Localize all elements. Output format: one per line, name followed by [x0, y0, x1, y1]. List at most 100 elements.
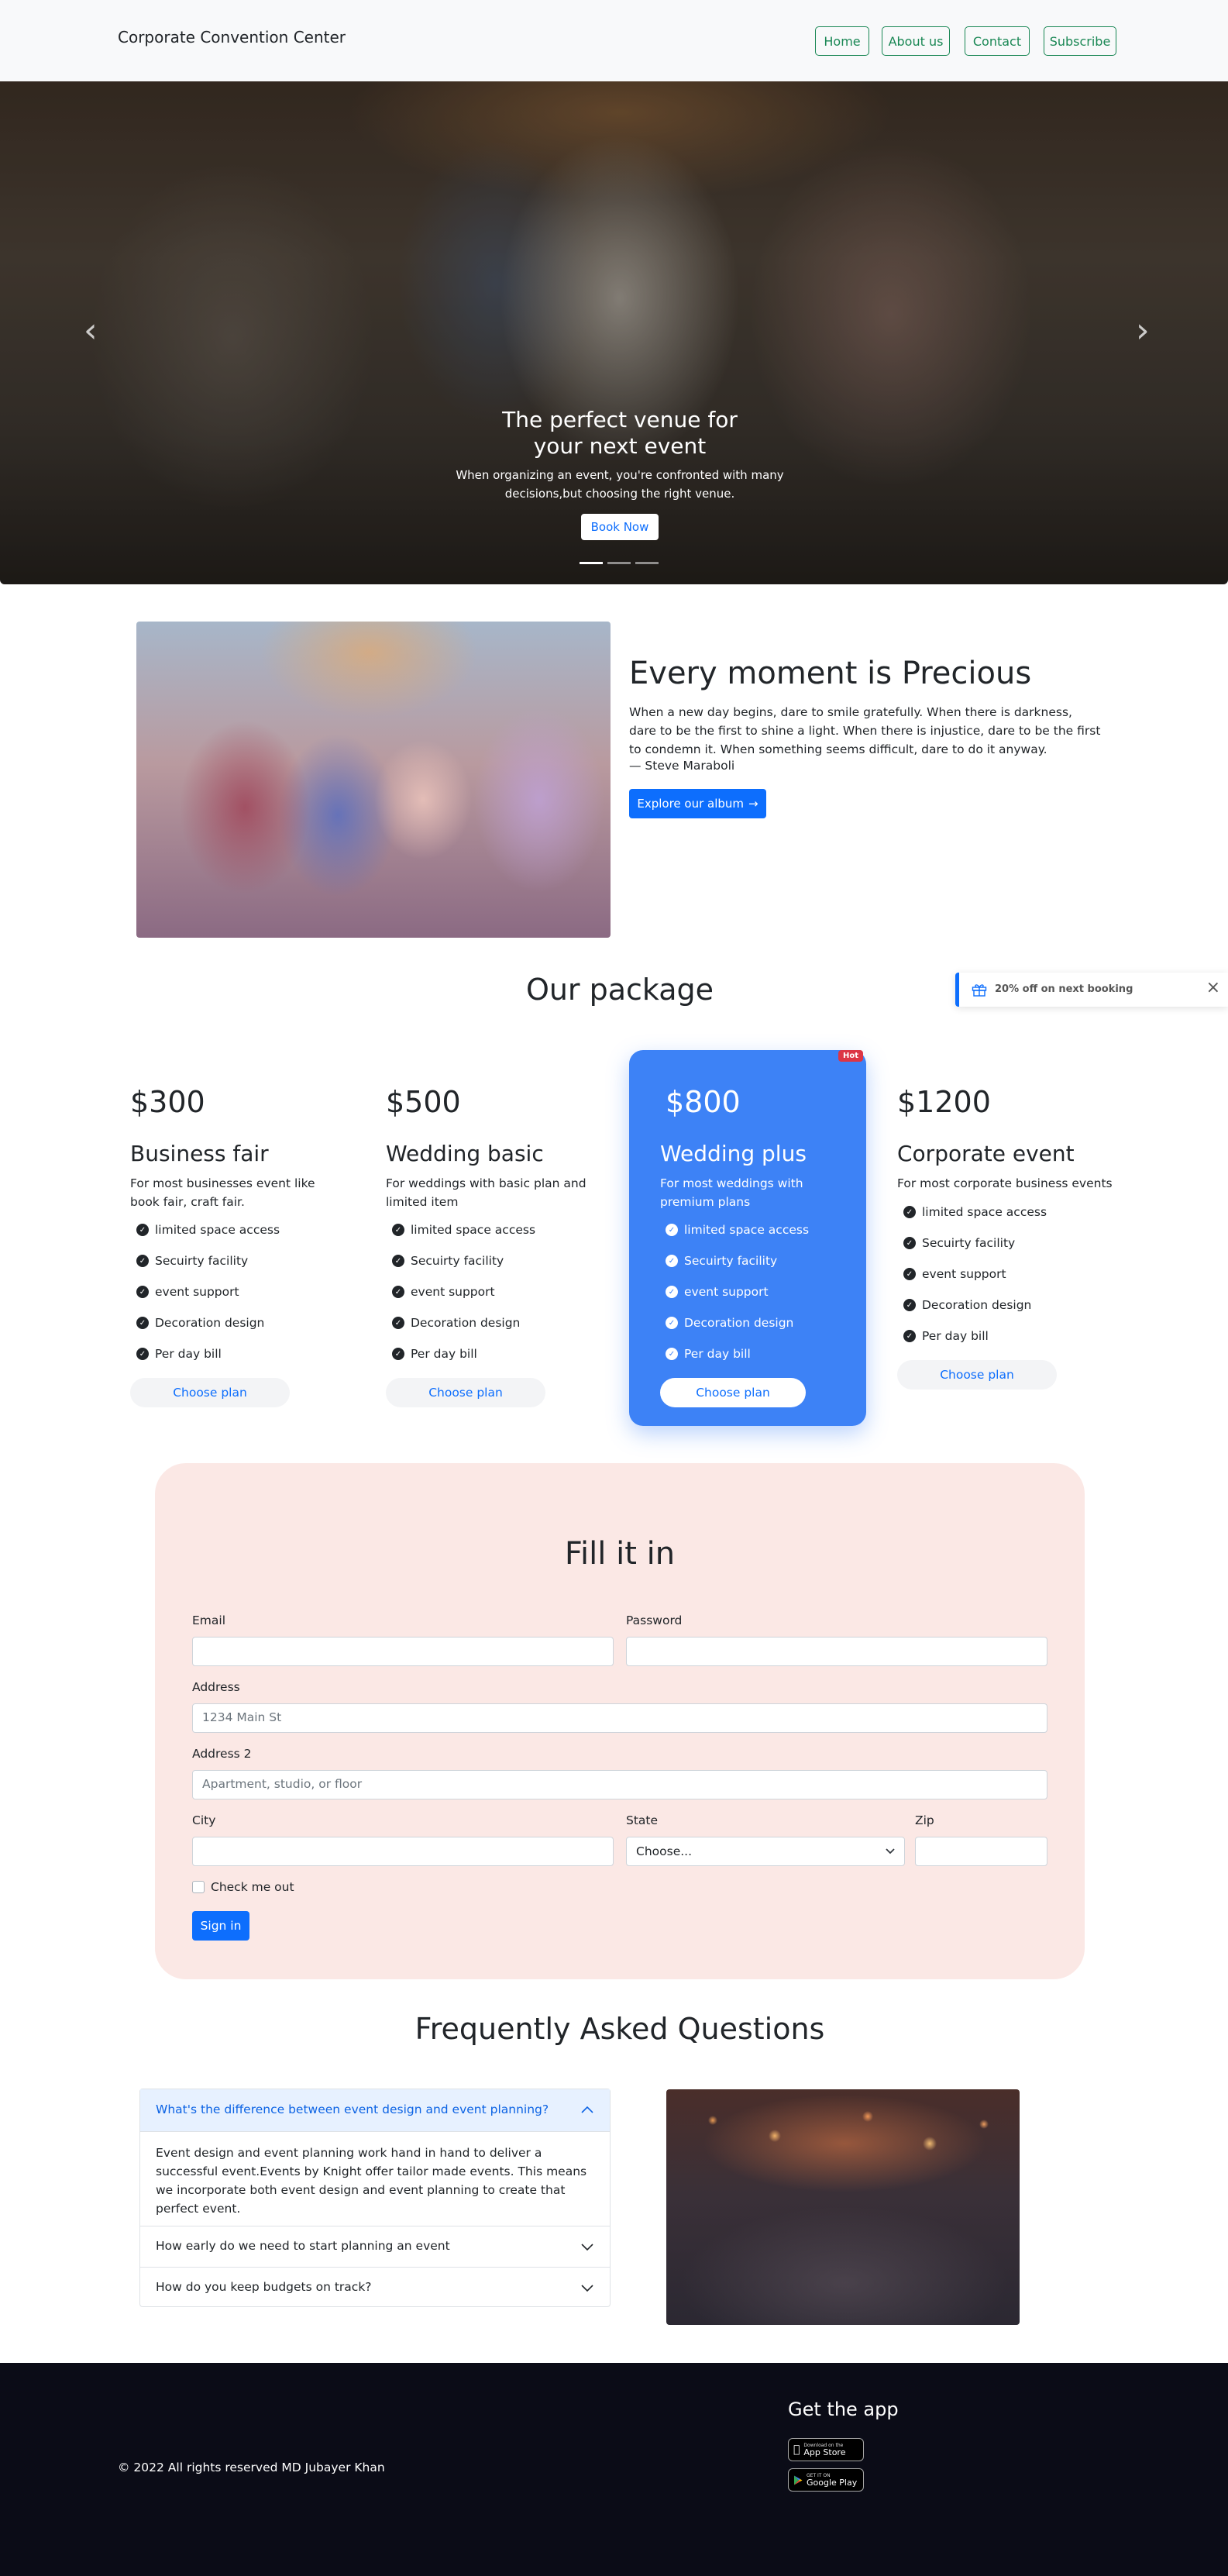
plan-name: Wedding plus [660, 1141, 807, 1166]
plan-card-wedding-basic: $500 Wedding basic For weddings with bas… [386, 1050, 611, 1422]
book-now-button[interactable]: Book Now [580, 514, 659, 540]
chevron-down-icon [581, 2285, 593, 2292]
faq-question-3[interactable]: How do you keep budgets on track? [140, 2267, 610, 2308]
check-circle-icon: ✓ [392, 1286, 404, 1298]
password-field[interactable] [626, 1637, 1047, 1666]
carousel-indicator[interactable] [580, 562, 603, 564]
check-circle-icon: ✓ [666, 1224, 678, 1236]
plan-price: $300 [130, 1085, 205, 1119]
faq-question-text: What's the difference between event desi… [156, 2102, 549, 2116]
footer: © 2022 All rights reserved MD Jubayer Kh… [0, 2363, 1228, 2576]
app-store-label: App Store [797, 2447, 845, 2457]
plan-price: $800 [666, 1085, 741, 1119]
nav-about-button[interactable]: About us [882, 26, 950, 56]
form-title: Fill it in [564, 1536, 676, 1572]
choose-plan-button[interactable]: Choose plan [386, 1378, 545, 1407]
toast-text: 20% off on next booking [995, 983, 1133, 995]
nav-home-button[interactable]: Home [815, 26, 869, 56]
plan-feature: ✓ Decoration design [666, 1316, 793, 1330]
chevron-right-icon[interactable]: › [1136, 314, 1150, 348]
faq-accordion: What's the difference between event desi… [139, 2089, 611, 2307]
plan-name: Corporate event [897, 1141, 1075, 1166]
check-circle-icon: ✓ [903, 1330, 916, 1342]
app-store-badge[interactable]:  Download on the App Store [788, 2438, 864, 2461]
plan-card-business: $300 Business fair For most businesses e… [130, 1050, 355, 1422]
faq-question-1[interactable]: What's the difference between event desi… [140, 2089, 610, 2132]
sign-in-button[interactable]: Sign in [192, 1911, 249, 1941]
zip-field[interactable] [915, 1837, 1047, 1866]
close-icon[interactable]: × [1206, 980, 1220, 997]
hero-title: The perfect venue for your next event [502, 407, 738, 459]
chevron-down-icon [886, 1848, 895, 1855]
plan-feature: ✓ Per day bill [666, 1347, 751, 1361]
hero-carousel: ‹ › The perfect venue for your next even… [0, 81, 1228, 584]
apple-icon:  [793, 2443, 800, 2456]
carousel-indicator[interactable] [607, 562, 631, 564]
check-circle-icon: ✓ [666, 1317, 678, 1329]
choose-plan-button[interactable]: Choose plan [130, 1378, 290, 1407]
chevron-left-icon[interactable]: ‹ [84, 314, 98, 348]
plan-description: For most corporate business events [897, 1176, 1113, 1190]
about-quote: When a new day begins, dare to smile gra… [629, 705, 1101, 756]
nav-subscribe-button[interactable]: Subscribe [1044, 26, 1116, 56]
address-field[interactable]: 1234 Main St [192, 1703, 1047, 1733]
plan-feature: ✓ Secuirty facility [666, 1254, 777, 1268]
faq-question-text: How do you keep budgets on track? [156, 2280, 372, 2294]
faq-answer: Event design and event planning work han… [156, 2146, 587, 2216]
plan-feature: ✓ Secuirty facility [136, 1254, 248, 1268]
plan-feature: ✓ event support [903, 1267, 1006, 1281]
check-circle-icon: ✓ [136, 1348, 149, 1360]
google-play-badge[interactable]: GET IT ON Google Play [788, 2468, 864, 2492]
hot-badge: Hot [838, 1050, 863, 1062]
faq-question-2[interactable]: How early do we need to start planning a… [140, 2226, 610, 2267]
explore-album-button[interactable]: Explore our album → [629, 789, 766, 818]
carousel-indicator[interactable] [635, 562, 659, 564]
plan-feature: ✓ Per day bill [903, 1329, 989, 1343]
plan-feature: ✓ Secuirty facility [903, 1236, 1015, 1250]
plan-description: For most businesses event like book fair… [130, 1176, 315, 1209]
check-circle-icon: ✓ [903, 1206, 916, 1218]
plan-feature: ✓ Decoration design [136, 1316, 264, 1330]
city-field[interactable] [192, 1837, 614, 1866]
plan-feature: ✓ event support [136, 1285, 239, 1299]
plan-description: For weddings with basic plan and limited… [386, 1176, 586, 1209]
about-title: Every moment is Precious [629, 656, 1032, 691]
address2-field[interactable]: Apartment, studio, or floor [192, 1770, 1047, 1799]
check-circle-icon: ✓ [903, 1237, 916, 1249]
about-author: — Steve Maraboli [629, 759, 735, 773]
checkbox[interactable] [192, 1881, 205, 1893]
check-circle-icon: ✓ [136, 1224, 149, 1236]
plan-price: $1200 [897, 1085, 991, 1119]
check-circle-icon: ✓ [903, 1299, 916, 1311]
choose-plan-button[interactable]: Choose plan [897, 1360, 1057, 1390]
zip-label: Zip [915, 1813, 934, 1827]
hero-subtitle: When organizing an event, you're confron… [456, 468, 784, 501]
wedding-photo [136, 622, 611, 938]
check-circle-icon: ✓ [666, 1255, 678, 1267]
plan-feature: ✓ event support [666, 1285, 769, 1299]
email-field[interactable] [192, 1637, 614, 1666]
email-label: Email [192, 1613, 226, 1627]
plan-name: Wedding basic [386, 1141, 544, 1166]
gift-icon [972, 984, 987, 997]
plan-feature: ✓ Per day bill [392, 1347, 477, 1361]
state-label: State [626, 1813, 659, 1827]
explore-album-label: Explore our album [637, 797, 745, 811]
plan-card-corporate: $1200 Corporate event For most corporate… [897, 1050, 1122, 1422]
check-me-out[interactable]: Check me out [192, 1880, 294, 1894]
check-circle-icon: ✓ [392, 1348, 404, 1360]
check-circle-icon: ✓ [392, 1255, 404, 1267]
check-circle-icon: ✓ [666, 1286, 678, 1298]
address-label: Address [192, 1680, 240, 1694]
check-circle-icon: ✓ [136, 1286, 149, 1298]
choose-plan-button[interactable]: Choose plan [660, 1378, 806, 1407]
brand-name[interactable]: Corporate Convention Center [118, 28, 346, 46]
checkbox-label: Check me out [211, 1880, 294, 1894]
nav-contact-button[interactable]: Contact [965, 26, 1030, 56]
faq-question-text: How early do we need to start planning a… [156, 2239, 450, 2253]
discount-toast: 20% off on next booking × [955, 973, 1228, 1007]
state-select[interactable]: Choose... [626, 1837, 905, 1866]
check-circle-icon: ✓ [136, 1317, 149, 1329]
plan-feature: ✓ Decoration design [392, 1316, 520, 1330]
chevron-down-icon [581, 2244, 593, 2251]
